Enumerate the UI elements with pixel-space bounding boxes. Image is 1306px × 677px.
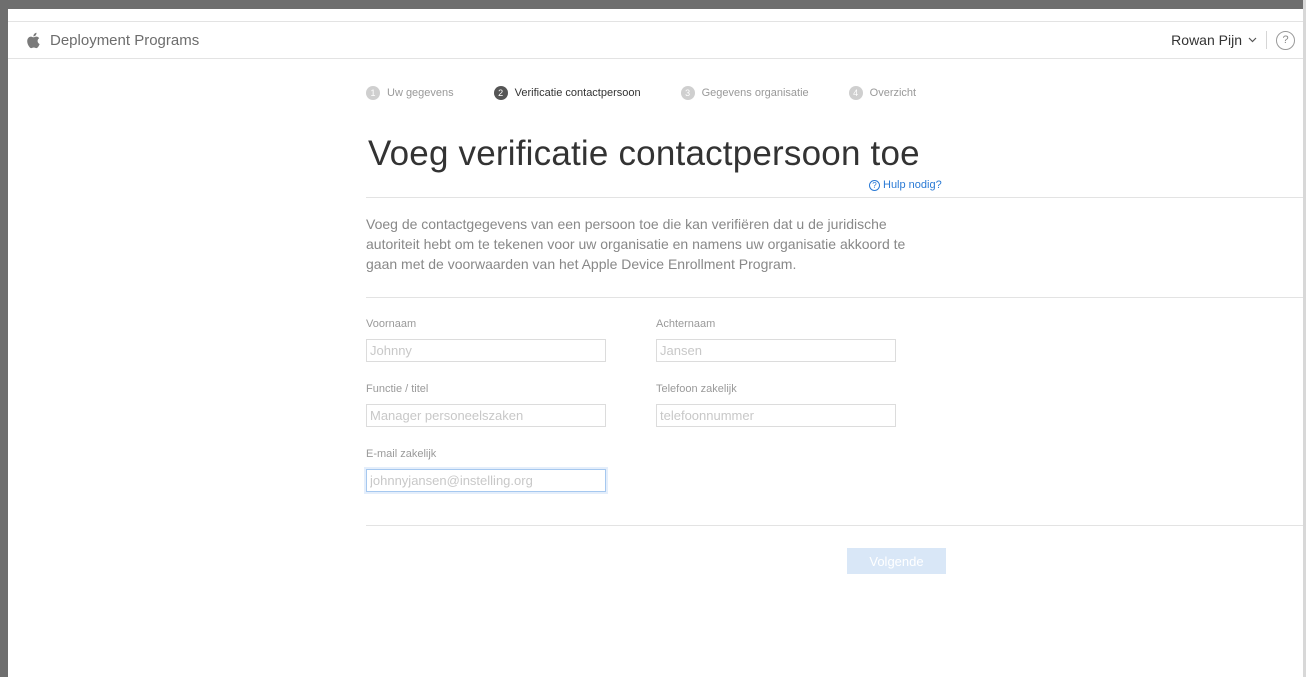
- step-label: Overzicht: [869, 87, 917, 99]
- phone-label: Telefoon zakelijk: [656, 383, 737, 395]
- user-menu[interactable]: Rowan Pijn: [1171, 32, 1242, 48]
- chevron-down-icon[interactable]: [1248, 37, 1257, 43]
- divider-bottom: [366, 525, 1303, 526]
- last-name-group: Achternaam: [656, 318, 896, 362]
- help-question-icon: ?: [869, 179, 880, 191]
- last-name-label: Achternaam: [656, 318, 716, 330]
- phone-input[interactable]: [656, 404, 896, 427]
- page-title: Voeg verificatie contactpersoon toe: [368, 134, 920, 173]
- help-link-label: Hulp nodig?: [883, 179, 942, 191]
- brand[interactable]: Deployment Programs: [26, 32, 199, 49]
- step-3: 3 Gegevens organisatie: [680, 86, 809, 100]
- first-name-group: Voornaam: [366, 318, 606, 362]
- last-name-input[interactable]: [656, 339, 896, 362]
- step-number: 2: [493, 86, 508, 100]
- help-circle-icon[interactable]: ?: [1276, 30, 1295, 50]
- first-name-label: Voornaam: [366, 318, 417, 330]
- page-viewport: Deployment Programs Rowan Pijn ? 1 Uw ge…: [8, 9, 1303, 677]
- step-1: 1 Uw gegevens: [366, 86, 454, 100]
- job-title-group: Functie / titel: [366, 383, 606, 427]
- intro-text: Voeg de contactgegevens van een persoon …: [366, 216, 906, 272]
- email-label: E-mail zakelijk: [366, 448, 437, 460]
- app-title: Deployment Programs: [50, 31, 200, 49]
- help-link[interactable]: ? Hulp nodig?: [869, 179, 942, 191]
- divider-top: [366, 197, 1303, 198]
- divider-middle: [366, 297, 1303, 298]
- job-title-input[interactable]: [366, 404, 606, 427]
- header-divider: [1266, 31, 1267, 49]
- job-title-label: Functie / titel: [366, 383, 429, 395]
- step-number: 1: [366, 86, 380, 100]
- step-number: 3: [680, 86, 695, 100]
- step-4: 4 Overzicht: [848, 86, 917, 100]
- first-name-input[interactable]: [366, 339, 606, 362]
- phone-group: Telefoon zakelijk: [656, 383, 896, 427]
- email-group: E-mail zakelijk: [366, 448, 606, 492]
- window-frame-left: [0, 0, 8, 677]
- step-number: 4: [848, 86, 863, 100]
- step-2: 2 Verificatie contactpersoon: [493, 86, 641, 100]
- step-label: Uw gegevens: [387, 87, 454, 99]
- next-button[interactable]: Volgende: [847, 548, 946, 574]
- window-frame-top: [0, 0, 1306, 9]
- apple-logo-icon: [27, 32, 40, 48]
- step-indicator: 1 Uw gegevens 2 Verificatie contactperso…: [366, 86, 956, 100]
- user-area: Rowan Pijn ?: [1171, 30, 1295, 50]
- top-navigation-bar: Deployment Programs Rowan Pijn ?: [8, 21, 1303, 59]
- email-input[interactable]: [366, 469, 606, 492]
- step-label: Verificatie contactpersoon: [514, 87, 641, 99]
- step-label: Gegevens organisatie: [701, 87, 809, 99]
